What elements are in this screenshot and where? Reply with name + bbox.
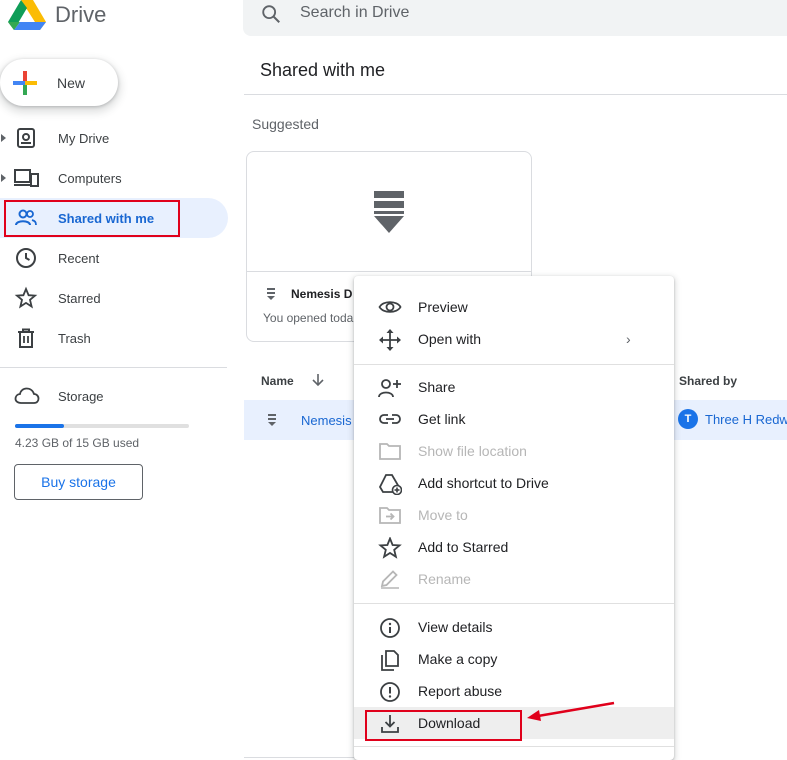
- move-icon: [379, 329, 401, 351]
- cloud-icon: [14, 387, 40, 404]
- menu-item-label: Add to Starred: [418, 539, 509, 555]
- move-to-folder-icon: [379, 507, 401, 524]
- sidebar-divider: [0, 367, 227, 368]
- storage-progress-bar: [15, 424, 189, 428]
- search-input[interactable]: Search in Drive: [300, 4, 409, 22]
- star-icon: [14, 286, 38, 309]
- info-icon: [380, 618, 400, 638]
- drive-logo-icon: [8, 0, 46, 30]
- menu-item-make-a-copy[interactable]: Make a copy: [354, 643, 674, 675]
- list-bottom-divider: [244, 757, 354, 758]
- sidebar-item-my-drive[interactable]: My Drive: [0, 118, 228, 158]
- sidebar-item-recent[interactable]: Recent: [0, 238, 228, 278]
- sort-down-arrow-icon[interactable]: [311, 373, 325, 387]
- menu-item-move-to: Move to: [354, 499, 674, 531]
- menu-item-label: Get link: [418, 411, 466, 427]
- menu-item-label: Rename: [418, 571, 471, 587]
- report-icon: [380, 682, 400, 702]
- file-type-icon: [267, 288, 275, 300]
- storage-used-text: 4.23 GB of 15 GB used: [15, 436, 140, 450]
- sidebar-item-label: Recent: [58, 250, 100, 266]
- card-subtitle: You opened toda: [263, 311, 354, 325]
- sidebar-item-storage[interactable]: Storage: [0, 376, 228, 416]
- new-button-label: New: [57, 75, 86, 91]
- my-drive-icon: [17, 128, 35, 148]
- new-button[interactable]: New: [0, 59, 118, 106]
- menu-separator: [354, 746, 674, 747]
- menu-item-add-to-starred[interactable]: Add to Starred: [354, 531, 674, 563]
- menu-item-label: Preview: [418, 299, 468, 315]
- annotation-highlight-box: [365, 710, 522, 741]
- add-to-drive-icon: [378, 474, 402, 495]
- column-header-name[interactable]: Name: [261, 374, 294, 388]
- clock-icon: [16, 248, 36, 268]
- menu-separator: [354, 364, 674, 365]
- link-icon: [379, 414, 401, 424]
- menu-item-show-file-location: Show file location: [354, 435, 674, 467]
- menu-item-label: View details: [418, 619, 493, 635]
- sidebar-item-starred[interactable]: Starred: [0, 278, 228, 318]
- chevron-right-icon: ›: [626, 331, 631, 347]
- page-title: Shared with me: [260, 60, 386, 80]
- folder-icon: [379, 443, 401, 460]
- expand-arrow-icon[interactable]: [1, 134, 6, 142]
- card-preview: [247, 152, 531, 272]
- sidebar-item-label: My Drive: [58, 130, 110, 146]
- menu-item-report-abuse[interactable]: Report abuse: [354, 675, 674, 707]
- sidebar-item-computers[interactable]: Computers: [0, 158, 228, 198]
- menu-item-open-with[interactable]: Open with ›: [354, 323, 674, 355]
- row-file-name[interactable]: Nemesis: [301, 413, 352, 428]
- menu-separator: [354, 603, 674, 604]
- eye-icon: [378, 301, 402, 313]
- suggested-heading: Suggested: [252, 116, 319, 132]
- buy-storage-button[interactable]: Buy storage: [14, 464, 143, 500]
- sidebar-item-label: Computers: [58, 170, 122, 186]
- avatar: T: [678, 409, 698, 429]
- menu-item-preview[interactable]: Preview: [354, 291, 674, 323]
- sidebar-item-trash[interactable]: Trash: [0, 318, 228, 358]
- storage-progress-fill: [15, 424, 65, 428]
- trash-icon: [18, 328, 34, 348]
- menu-item-view-details[interactable]: View details: [354, 611, 674, 643]
- menu-item-label: Open with: [418, 331, 482, 347]
- app-name: Drive: [55, 2, 107, 27]
- plus-icon: [13, 71, 37, 95]
- card-file-name: Nemesis D: [291, 287, 353, 301]
- star-outline-icon: [378, 537, 402, 559]
- header-divider: [244, 94, 787, 95]
- menu-item-add-shortcut[interactable]: Add shortcut to Drive: [354, 467, 674, 499]
- menu-item-label: Show file location: [418, 443, 527, 459]
- menu-item-get-link[interactable]: Get link: [354, 403, 674, 435]
- sidebar-item-label: Trash: [58, 330, 91, 346]
- drive-logo[interactable]: [8, 0, 46, 30]
- copy-icon: [381, 650, 399, 671]
- file-type-icon: [268, 414, 276, 426]
- annotation-arrow-icon: [527, 701, 615, 721]
- menu-item-label: Make a copy: [418, 651, 498, 667]
- person-add-icon: [378, 379, 401, 398]
- menu-item-rename: Rename: [354, 563, 674, 595]
- search-icon[interactable]: [260, 3, 282, 25]
- expand-arrow-icon[interactable]: [1, 174, 6, 182]
- menu-item-label: Report abuse: [418, 683, 503, 699]
- sidebar-item-label: Starred: [58, 290, 101, 306]
- column-header-shared-by[interactable]: Shared by: [679, 374, 737, 388]
- menu-item-share[interactable]: Share: [354, 371, 674, 403]
- storage-label: Storage: [58, 388, 104, 404]
- menu-item-label: Move to: [418, 507, 468, 523]
- computers-icon: [14, 169, 39, 187]
- pencil-icon: [380, 570, 399, 589]
- row-shared-by: Three H Redw: [705, 412, 787, 427]
- file-type-icon: [374, 191, 404, 233]
- annotation-highlight-box: [4, 200, 180, 237]
- menu-item-label: Add shortcut to Drive: [418, 475, 549, 491]
- menu-item-label: Share: [418, 379, 456, 395]
